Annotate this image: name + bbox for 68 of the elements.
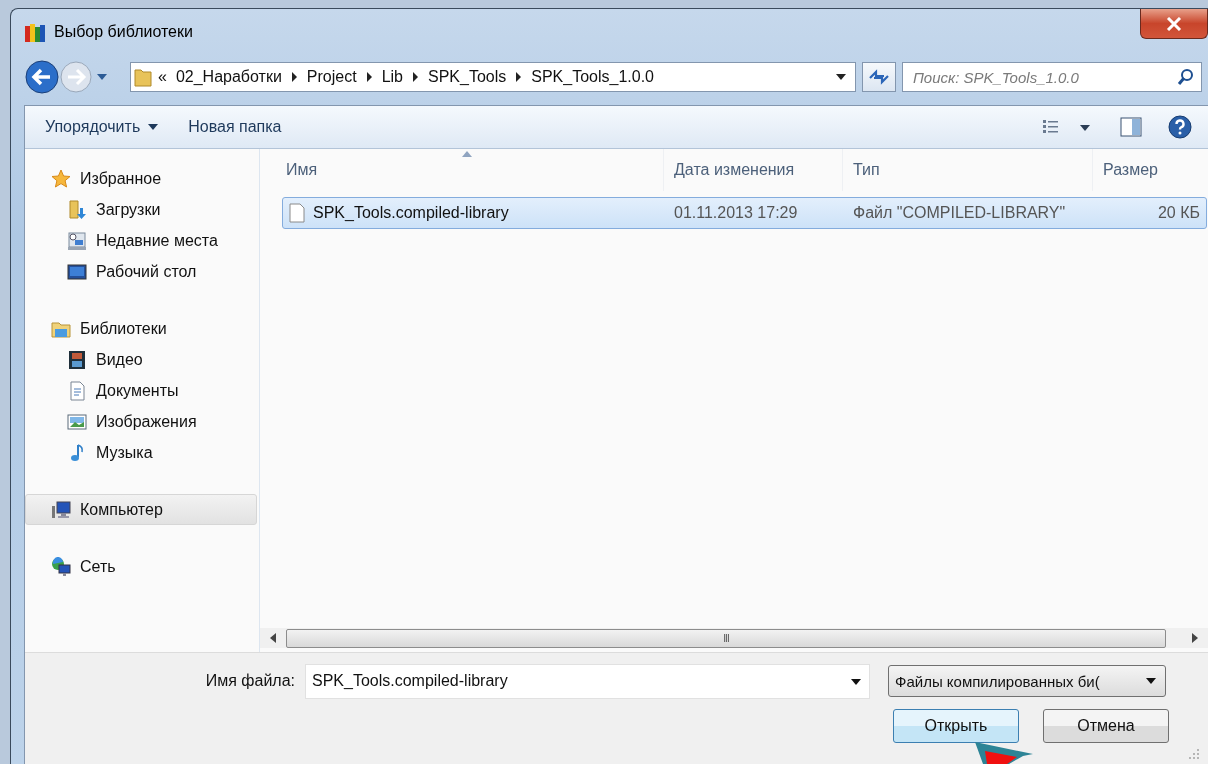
- chevron-right-icon: [412, 72, 419, 82]
- toolbar-button[interactable]: Новая папка: [180, 114, 290, 140]
- desktop-icon: [67, 261, 87, 282]
- sidebar-item[interactable]: Библиотеки: [25, 313, 257, 344]
- close-button[interactable]: [1140, 9, 1208, 39]
- breadcrumb[interactable]: SPK_Tools_1.0.0: [531, 68, 654, 86]
- folder-icon: [134, 67, 152, 87]
- sidebar-item[interactable]: Видео: [25, 344, 257, 375]
- organize-menu-button[interactable]: Упорядочить: [37, 114, 167, 140]
- sidebar-item[interactable]: Документы: [25, 375, 257, 406]
- preview-pane-button[interactable]: [1118, 115, 1144, 139]
- table-cell-text: 20 КБ: [1156, 203, 1201, 223]
- column-header[interactable]: Тип: [843, 149, 1093, 191]
- refresh-button[interactable]: [862, 62, 896, 92]
- column-header[interactable]: Имя: [260, 149, 664, 191]
- window-title: Выбор библиотеки: [54, 23, 193, 41]
- help-button[interactable]: [1166, 113, 1194, 141]
- sidebar-item[interactable]: Изображения: [25, 406, 257, 437]
- refresh-icon: [868, 68, 890, 86]
- file-name: SPK_Tools.compiled-library: [313, 204, 509, 222]
- help-icon: [1168, 115, 1192, 139]
- picture-frame-icon: [67, 411, 87, 432]
- recent-places-icon: [67, 230, 87, 251]
- cancel-button[interactable]: Отмена: [1043, 709, 1169, 743]
- chevron-right-icon: [365, 72, 373, 82]
- sidebar-item[interactable]: Музыка: [25, 437, 257, 468]
- file-row[interactable]: SPK_Tools.compiled-library 01.11.2013 17:29 Файл "COMPILED-LIBRARY" 20 КБ: [282, 197, 1207, 229]
- preview-pane-icon: [1120, 117, 1142, 137]
- file-icon: [289, 203, 305, 223]
- chevron-right-icon: [515, 72, 523, 82]
- sidebar-item[interactable]: Сеть: [25, 551, 257, 582]
- breadcrumb[interactable]: Project: [306, 68, 357, 86]
- dropdown-arrow-icon: [850, 677, 862, 686]
- dropdown-arrow-icon: [835, 73, 847, 81]
- breadcrumb[interactable]: 02_Наработки: [175, 68, 282, 86]
- scrollbar-thumb[interactable]: III: [286, 628, 1166, 648]
- scroll-left-arrow-icon[interactable]: [269, 633, 277, 643]
- column-header[interactable]: Размер: [1093, 149, 1203, 191]
- file-type-dropdown[interactable]: Файлы компилированных би(: [888, 665, 1166, 697]
- file-name-field[interactable]: SPK_Tools.compiled-library: [305, 663, 870, 699]
- table-cell-text: 01.11.2013 17:29: [673, 203, 799, 223]
- chevron-right-icon: [290, 72, 298, 82]
- film-strip-icon: [67, 349, 87, 370]
- dropdown-arrow-icon: [1145, 677, 1157, 685]
- address-bar[interactable]: « 02_Наработки Project Lib SPK_Tools SPK_Tools_1.0.0: [130, 62, 856, 92]
- sidebar-item[interactable]: Недавние места: [25, 225, 257, 256]
- search-icon: [1177, 68, 1195, 86]
- search-field[interactable]: Поиск: SPK_Tools_1.0.0: [902, 62, 1202, 92]
- folder-download-icon: [67, 199, 87, 220]
- table-cell-text: Файл "COMPILED-LIBRARY": [852, 203, 1067, 223]
- books-icon: [24, 21, 46, 43]
- close-icon: [1166, 16, 1182, 31]
- sidebar-item[interactable]: Избранное: [25, 163, 257, 194]
- document-icon: [67, 380, 87, 401]
- column-header[interactable]: Дата изменения: [664, 149, 843, 191]
- scroll-right-arrow-icon[interactable]: [1191, 633, 1199, 643]
- open-button[interactable]: Открыть: [893, 709, 1019, 743]
- sidebar-item[interactable]: Загрузки: [25, 194, 257, 225]
- breadcrumb[interactable]: Lib: [381, 68, 403, 86]
- file-name-label: Имя файла:: [204, 672, 296, 690]
- resize-grip-icon: [1188, 748, 1200, 760]
- breadcrumb-overflow[interactable]: «: [158, 68, 167, 86]
- sidebar-item[interactable]: Компьютер: [25, 494, 257, 525]
- breadcrumb[interactable]: SPK_Tools: [428, 68, 507, 86]
- star-icon: [51, 168, 71, 189]
- network-globe-icon: [51, 556, 71, 577]
- computer-icon: [51, 499, 71, 520]
- sidebar-item[interactable]: Рабочий стол: [25, 256, 257, 287]
